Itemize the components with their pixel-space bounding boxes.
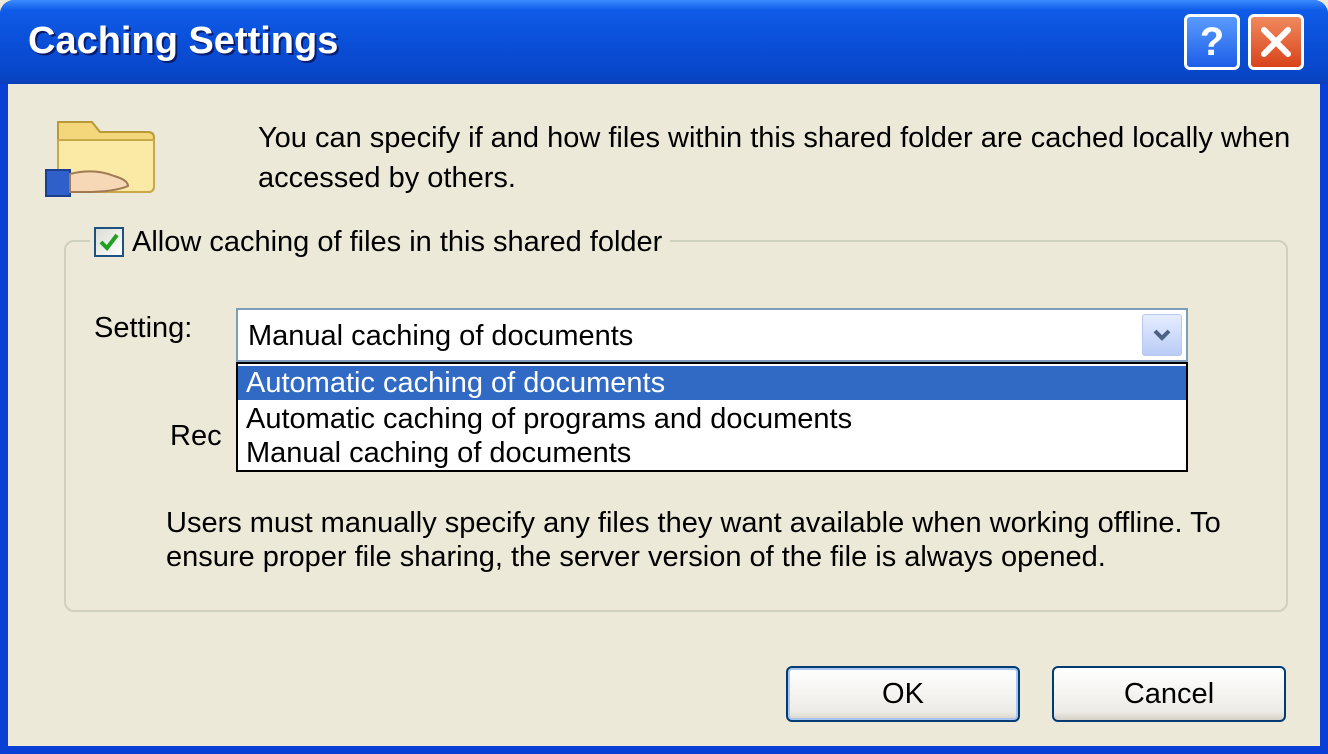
- dropdown-button[interactable]: [1142, 314, 1182, 356]
- shared-folder-icon: [45, 121, 155, 197]
- help-button[interactable]: ?: [1184, 14, 1240, 70]
- allow-caching-label[interactable]: Allow caching of files in this shared fo…: [132, 226, 662, 259]
- title-bar[interactable]: Caching Settings ?: [0, 0, 1328, 84]
- chevron-down-icon: [1153, 329, 1171, 341]
- dropdown-option-manual-documents[interactable]: Manual caching of documents: [238, 436, 1186, 470]
- setting-label: Setting:: [94, 312, 193, 344]
- allow-caching-checkbox-row[interactable]: Allow caching of files in this shared fo…: [90, 222, 671, 262]
- close-button[interactable]: [1248, 14, 1304, 70]
- setting-dropdown-list[interactable]: Automatic caching of documents Automatic…: [236, 362, 1188, 472]
- cancel-button[interactable]: Cancel: [1052, 666, 1286, 722]
- setting-info-text: Users must manually specify any files th…: [166, 507, 1221, 573]
- allow-caching-checkbox[interactable]: [94, 227, 124, 257]
- ok-button[interactable]: OK: [786, 666, 1020, 722]
- recommendation-label-partial: Rec: [170, 420, 222, 452]
- help-icon: ?: [1199, 19, 1225, 64]
- checkmark-icon: [99, 233, 119, 252]
- caching-settings-window: Caching Settings ? You can specify if an…: [0, 0, 1328, 754]
- close-icon: [1261, 27, 1291, 57]
- setting-combobox[interactable]: Manual caching of documents: [236, 308, 1188, 362]
- dropdown-option-automatic-programs-documents[interactable]: Automatic caching of programs and docume…: [238, 402, 1186, 436]
- dropdown-option-automatic-documents[interactable]: Automatic caching of documents: [238, 366, 1186, 400]
- description-text: You can specify if and how files within …: [258, 122, 1291, 194]
- window-title: Caching Settings: [28, 20, 339, 62]
- setting-selected-value: Manual caching of documents: [248, 320, 634, 352]
